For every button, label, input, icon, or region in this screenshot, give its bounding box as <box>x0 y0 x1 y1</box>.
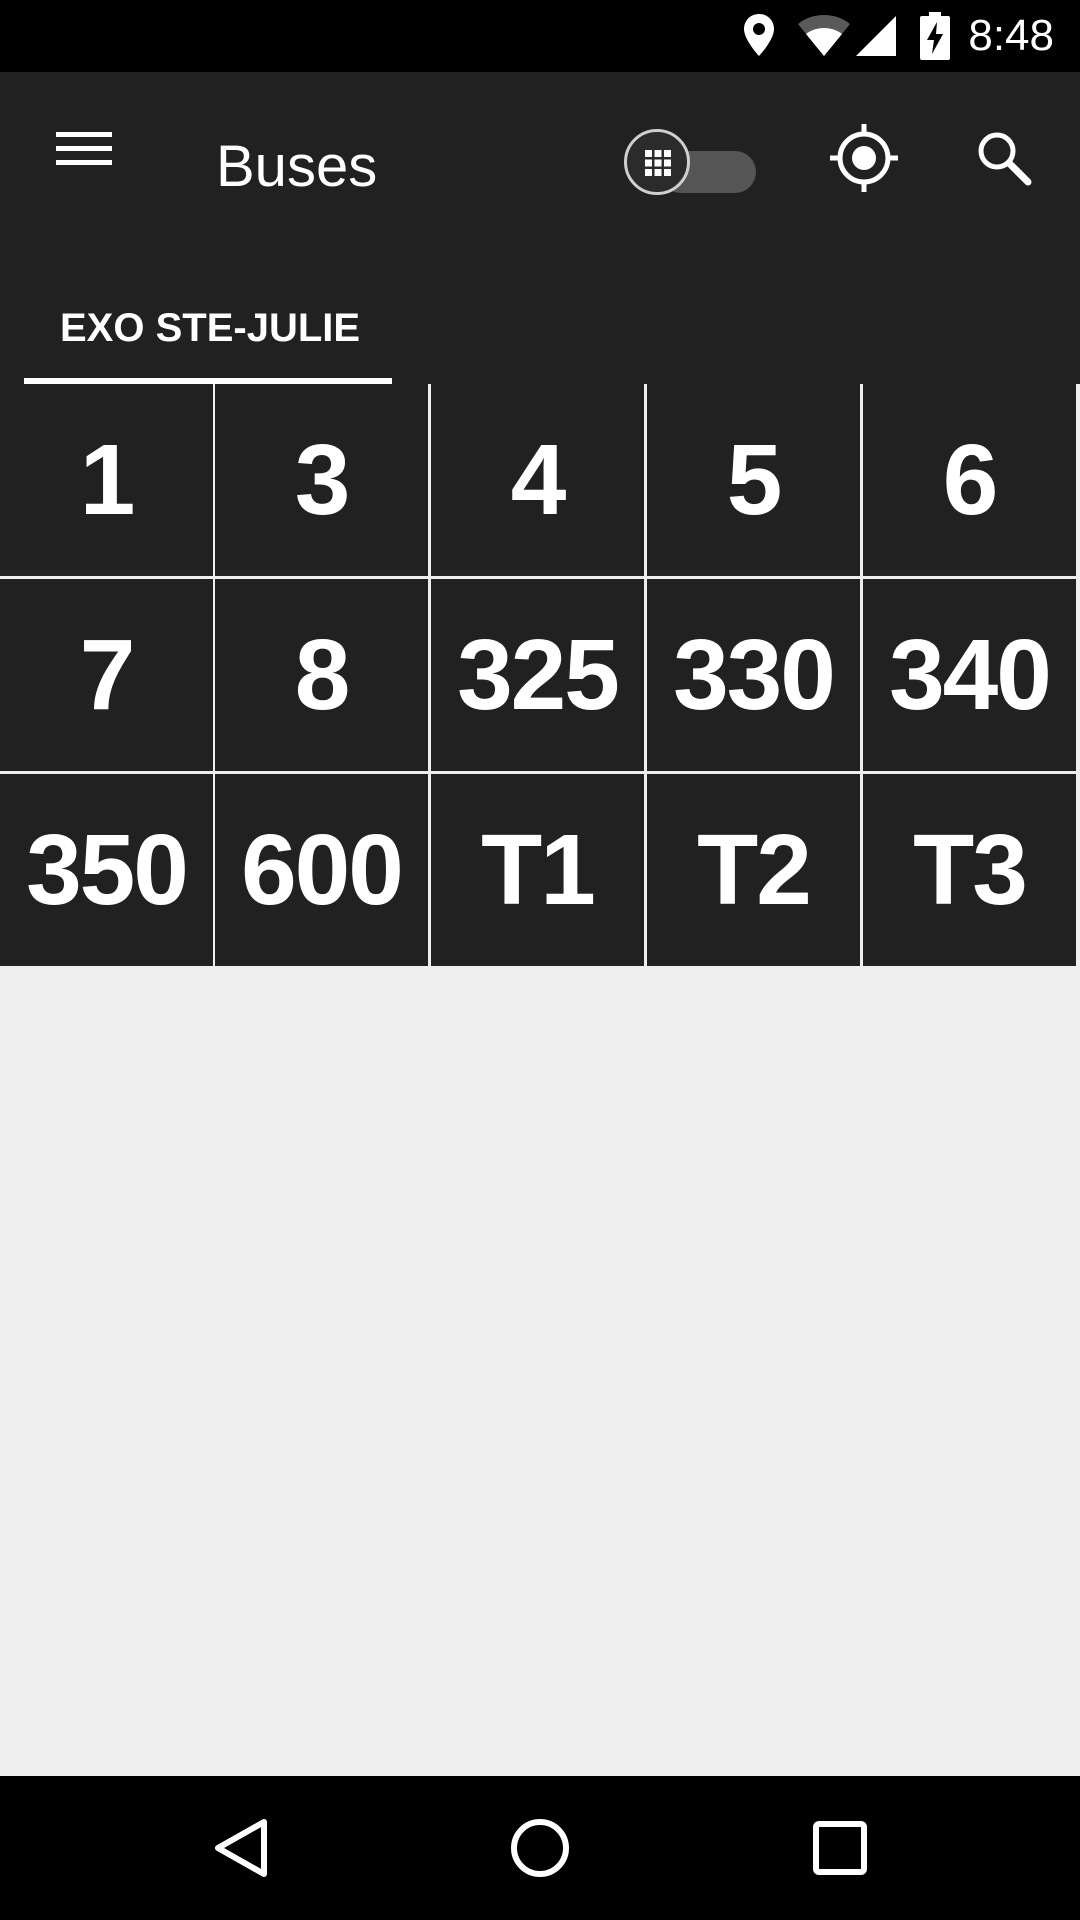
route-tile[interactable]: 7 <box>0 579 213 771</box>
search-button[interactable] <box>970 124 1040 194</box>
back-icon <box>215 1819 267 1877</box>
home-icon <box>511 1819 569 1877</box>
menu-button[interactable] <box>38 122 130 214</box>
app-bar: Buses EXO STE-JULIE <box>0 72 1080 384</box>
home-button[interactable] <box>502 1810 578 1886</box>
back-button[interactable] <box>204 1810 280 1886</box>
my-location-button[interactable] <box>824 118 904 198</box>
recents-icon <box>813 1821 867 1875</box>
route-tile[interactable]: 340 <box>863 579 1076 771</box>
my-location-icon <box>830 124 898 192</box>
wifi-icon <box>796 14 852 63</box>
search-icon <box>978 132 1032 186</box>
route-tile[interactable]: 4 <box>431 384 644 576</box>
grid-icon <box>645 150 671 176</box>
signal-icon <box>854 14 898 63</box>
route-tile[interactable]: 325 <box>431 579 644 771</box>
route-tile[interactable]: 350 <box>0 774 213 966</box>
battery-charging-icon <box>920 12 950 65</box>
tab-label: EXO STE-JULIE <box>60 306 361 350</box>
route-tile[interactable]: 330 <box>647 579 860 771</box>
route-tile[interactable]: 600 <box>215 774 428 966</box>
route-tile[interactable]: 3 <box>215 384 428 576</box>
status-bar: 8:48 <box>0 0 1080 72</box>
toggle-thumb <box>624 129 690 195</box>
route-tile[interactable]: T2 <box>647 774 860 966</box>
route-tile[interactable]: 6 <box>863 384 1076 576</box>
route-tile[interactable]: 1 <box>0 384 213 576</box>
route-tile[interactable]: T1 <box>431 774 644 966</box>
route-tile[interactable]: T3 <box>863 774 1076 966</box>
location-icon <box>742 12 776 63</box>
route-tile[interactable]: 8 <box>215 579 428 771</box>
route-tile[interactable]: 5 <box>647 384 860 576</box>
nav-bar <box>0 1776 1080 1920</box>
page-title: Buses <box>216 134 378 199</box>
tab-exo-ste-julie[interactable]: EXO STE-JULIE <box>24 272 392 384</box>
grid-list-toggle[interactable] <box>620 120 760 216</box>
menu-icon <box>56 132 112 165</box>
recents-button[interactable] <box>802 1810 878 1886</box>
clock: 8:48 <box>968 11 1054 60</box>
route-grid: 1 3 4 5 6 7 8 325 330 340 350 600 T1 T2 … <box>0 384 1080 966</box>
